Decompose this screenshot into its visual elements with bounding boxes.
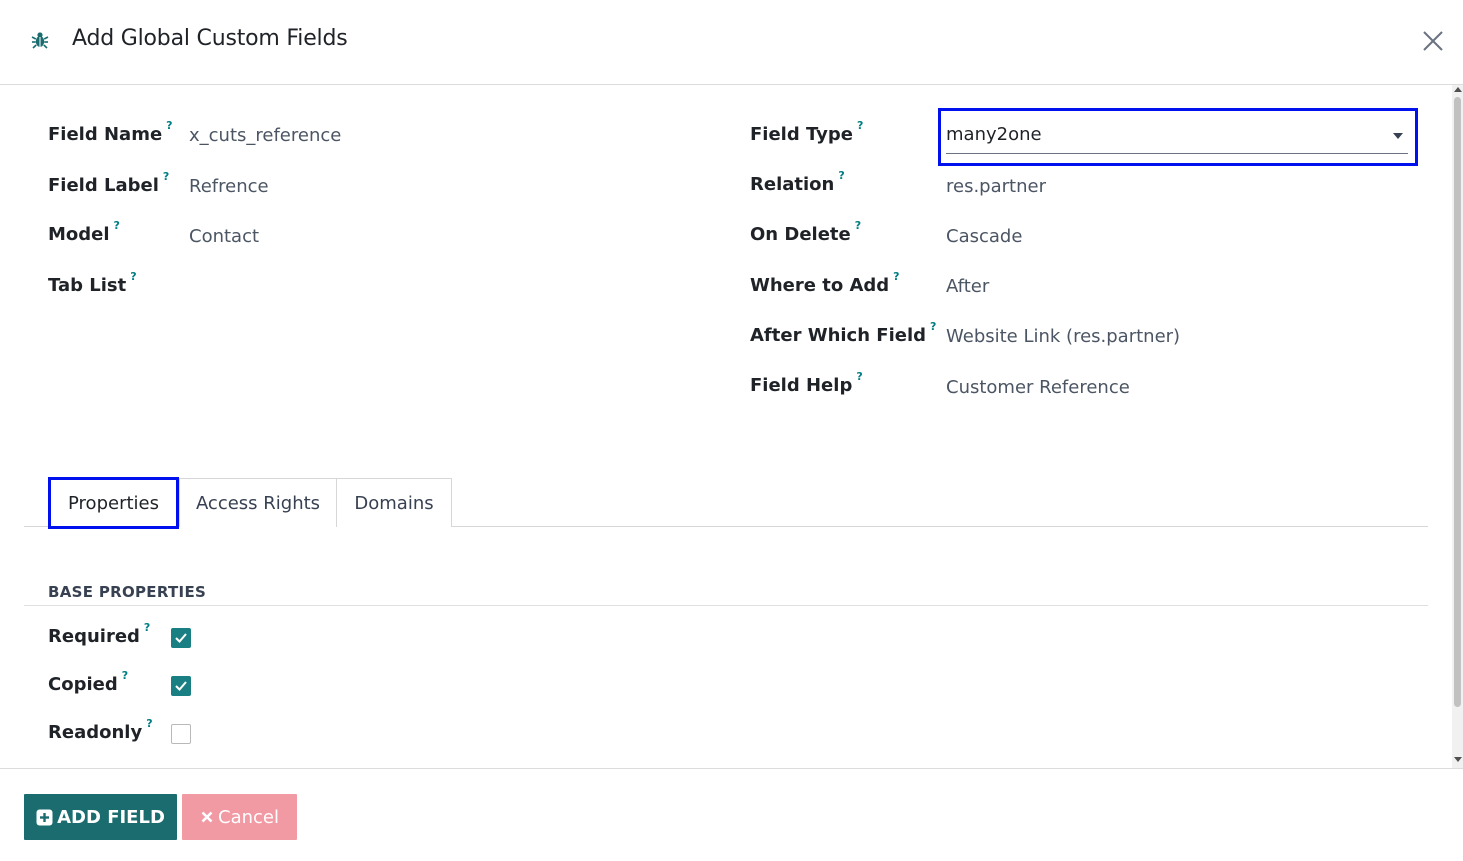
tab-properties[interactable]: Properties [48, 477, 179, 529]
tab-list-label: Tab List? [48, 270, 137, 296]
add-field-button[interactable]: ADD FIELD [24, 794, 177, 840]
field-help-value[interactable]: Customer Reference [946, 377, 1130, 398]
where-to-add-label: Where to Add? [750, 270, 900, 296]
help-marker[interactable]: ? [838, 169, 844, 182]
help-marker[interactable]: ? [166, 119, 172, 132]
help-marker[interactable]: ? [130, 270, 136, 283]
readonly-checkbox[interactable] [171, 724, 191, 744]
section-title: BASE PROPERTIES [48, 583, 207, 601]
field-type-label: Field Type? [750, 119, 864, 145]
after-which-field-label: After Which Field? [750, 320, 937, 346]
required-label: Required? [48, 621, 151, 647]
check-icon [175, 633, 187, 643]
field-help-label: Field Help? [750, 370, 863, 396]
plus-square-icon [36, 809, 53, 826]
where-to-add-value[interactable]: After [946, 276, 989, 297]
help-marker[interactable]: ? [893, 270, 899, 283]
model-value[interactable]: Contact [189, 226, 259, 247]
dialog-footer: ADD FIELD Cancel [0, 768, 1463, 861]
on-delete-label: On Delete? [750, 219, 862, 245]
field-label-label: Field Label? [48, 170, 170, 196]
help-marker[interactable]: ? [163, 170, 169, 183]
required-checkbox[interactable] [171, 628, 191, 648]
scroll-thumb[interactable] [1454, 97, 1461, 707]
section-divider [24, 605, 1428, 606]
bug-icon [31, 32, 49, 49]
help-marker[interactable]: ? [856, 370, 862, 383]
cancel-label: Cancel [218, 806, 279, 828]
relation-label: Relation? [750, 169, 845, 195]
copied-label: Copied? [48, 669, 129, 695]
tab-domains[interactable]: Domains [336, 478, 452, 527]
field-type-select[interactable]: many2one [946, 124, 1042, 145]
close-icon[interactable] [1420, 28, 1446, 54]
scrollbar[interactable] [1452, 85, 1463, 769]
help-marker[interactable]: ? [146, 717, 152, 730]
model-label: Model? [48, 219, 120, 245]
chevron-down-icon[interactable] [1393, 133, 1403, 139]
check-icon [175, 681, 187, 691]
help-marker[interactable]: ? [855, 219, 861, 232]
field-name-value[interactable]: x_cuts_reference [189, 125, 341, 146]
field-name-label: Field Name? [48, 119, 173, 145]
times-icon [200, 810, 214, 824]
scroll-down-icon[interactable] [1454, 757, 1462, 762]
help-marker[interactable]: ? [122, 669, 128, 682]
dialog-body: Field Name? x_cuts_reference Field Label… [0, 85, 1463, 769]
dialog-title: Add Global Custom Fields [72, 26, 348, 51]
on-delete-value[interactable]: Cascade [946, 226, 1022, 247]
relation-value[interactable]: res.partner [946, 176, 1046, 197]
after-which-field-value[interactable]: Website Link (res.partner) [946, 326, 1180, 347]
help-marker[interactable]: ? [930, 320, 936, 333]
help-marker[interactable]: ? [144, 621, 150, 634]
tab-list-value[interactable] [189, 276, 589, 300]
readonly-label: Readonly? [48, 717, 153, 743]
add-field-label: ADD FIELD [57, 806, 165, 828]
cancel-button[interactable]: Cancel [182, 794, 297, 840]
help-marker[interactable]: ? [857, 119, 863, 132]
field-type-underline [946, 153, 1408, 154]
help-marker[interactable]: ? [114, 219, 120, 232]
tab-access-rights[interactable]: Access Rights [179, 478, 337, 527]
copied-checkbox[interactable] [171, 676, 191, 696]
field-label-value[interactable]: Refrence [189, 176, 269, 197]
scroll-up-icon[interactable] [1454, 87, 1462, 92]
dialog-header: Add Global Custom Fields [0, 0, 1463, 85]
